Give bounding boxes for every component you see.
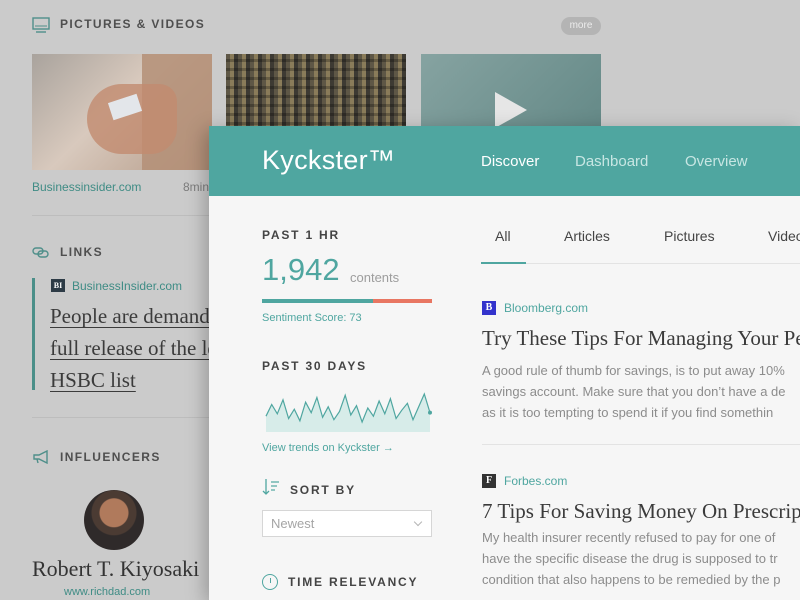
excerpt-line: My health insurer recently refused to pa…	[482, 530, 776, 545]
sort-icon	[262, 478, 280, 501]
influencer-url[interactable]: www.richdad.com	[64, 586, 150, 598]
sparkline-end-dot	[428, 410, 432, 415]
forbes-badge: F	[482, 474, 496, 488]
sort-by-header: SORT BY	[262, 478, 356, 501]
nav-dashboard[interactable]: Dashboard	[575, 153, 648, 170]
tab-all[interactable]: All	[495, 228, 511, 244]
link-icon	[32, 245, 50, 259]
sentiment-bar	[262, 299, 432, 303]
divider	[32, 215, 212, 216]
sentiment-negative-fill	[372, 299, 432, 303]
excerpt-line: savings account. Make sure that you don’…	[482, 384, 786, 399]
article-source[interactable]: F Forbes.com	[482, 474, 567, 488]
avatar[interactable]	[84, 490, 144, 550]
sentiment-score: Sentiment Score: 73	[262, 312, 362, 324]
nav-discover[interactable]: Discover	[481, 153, 539, 170]
nav-overview[interactable]: Overview	[685, 153, 748, 170]
article-title[interactable]: Try These Tips For Managing Your Pe	[482, 326, 800, 351]
tab-video[interactable]: Video	[768, 228, 800, 244]
excerpt-line: have the specific disease the drug is su…	[482, 551, 778, 566]
quote-line: full release of the le	[50, 336, 217, 360]
link-quote[interactable]: People are demand full release of the le…	[50, 300, 220, 396]
brand-logo[interactable]: Kyckster™	[262, 145, 395, 176]
picture-thumbnail-1[interactable]	[32, 54, 212, 170]
thumbnail-source-link[interactable]: Businessinsider.com	[32, 180, 141, 194]
influencers-title: INFLUENCERS	[60, 450, 161, 464]
source-badge: BI	[51, 279, 65, 292]
past-hour-label: PAST 1 HR	[262, 228, 340, 242]
excerpt-line: A good rule of thumb for savings, is to …	[482, 363, 785, 378]
view-trends-link[interactable]: View trends on Kyckster →	[262, 442, 394, 454]
time-relevancy-header: TIME RELEVANCY	[262, 574, 418, 590]
content-count: 1,942	[262, 252, 340, 287]
time-relevancy-label: TIME RELEVANCY	[288, 575, 419, 589]
tab-articles[interactable]: Articles	[564, 228, 610, 244]
content-tabs: All Articles Pictures Video	[481, 228, 800, 264]
sort-select[interactable]: Newest	[262, 510, 432, 537]
quote-line: HSBC list	[50, 368, 136, 392]
sort-by-label: SORT BY	[290, 482, 356, 497]
pictures-videos-header: PICTURES & VIDEOS	[32, 17, 206, 33]
article-source-name: Bloomberg.com	[504, 301, 589, 315]
sparkline-area	[266, 394, 430, 432]
pictures-videos-title: PICTURES & VIDEOS	[60, 17, 206, 31]
trend-sparkline[interactable]	[262, 384, 434, 432]
links-header: LINKS	[32, 245, 103, 259]
clock-icon	[262, 574, 278, 590]
thumbnail-time: 8min	[183, 180, 210, 194]
content-count-unit: contents	[350, 270, 400, 285]
link-source[interactable]: BusinessInsider.com	[72, 279, 182, 293]
active-tab-indicator	[481, 262, 526, 264]
tab-pictures[interactable]: Pictures	[664, 228, 715, 244]
excerpt-line: as it is too tempting to spend it if you…	[482, 405, 774, 420]
quote-line: People are demand	[50, 304, 210, 328]
influencers-header: INFLUENCERS	[32, 449, 161, 465]
kyckster-window: Kyckster™ Discover Dashboard Overview PA…	[209, 126, 800, 600]
article-source-name: Forbes.com	[504, 474, 568, 488]
play-icon[interactable]	[495, 92, 527, 128]
article-divider	[482, 444, 800, 445]
chevron-down-icon	[413, 517, 423, 527]
article-excerpt: My health insurer recently refused to pa…	[482, 527, 800, 590]
article-excerpt: A good rule of thumb for savings, is to …	[482, 360, 800, 423]
sort-selected-value: Newest	[271, 516, 315, 531]
bloomberg-badge: B	[482, 301, 496, 315]
influencer-name[interactable]: Robert T. Kiyosaki	[32, 556, 199, 582]
past-30-days-label: PAST 30 DAYS	[262, 359, 367, 373]
links-title: LINKS	[60, 245, 103, 259]
more-button[interactable]: more	[561, 17, 601, 35]
quote-bar	[32, 278, 35, 390]
megaphone-icon	[32, 449, 50, 465]
divider	[32, 417, 212, 418]
sentiment-positive-fill	[262, 299, 373, 303]
top-bar: Kyckster™ Discover Dashboard Overview	[209, 126, 800, 196]
article-title[interactable]: 7 Tips For Saving Money On Prescrip	[482, 499, 800, 524]
image-icon	[32, 17, 50, 33]
excerpt-line: condition that also happens to be remedi…	[482, 572, 781, 587]
article-source[interactable]: B Bloomberg.com	[482, 301, 588, 315]
